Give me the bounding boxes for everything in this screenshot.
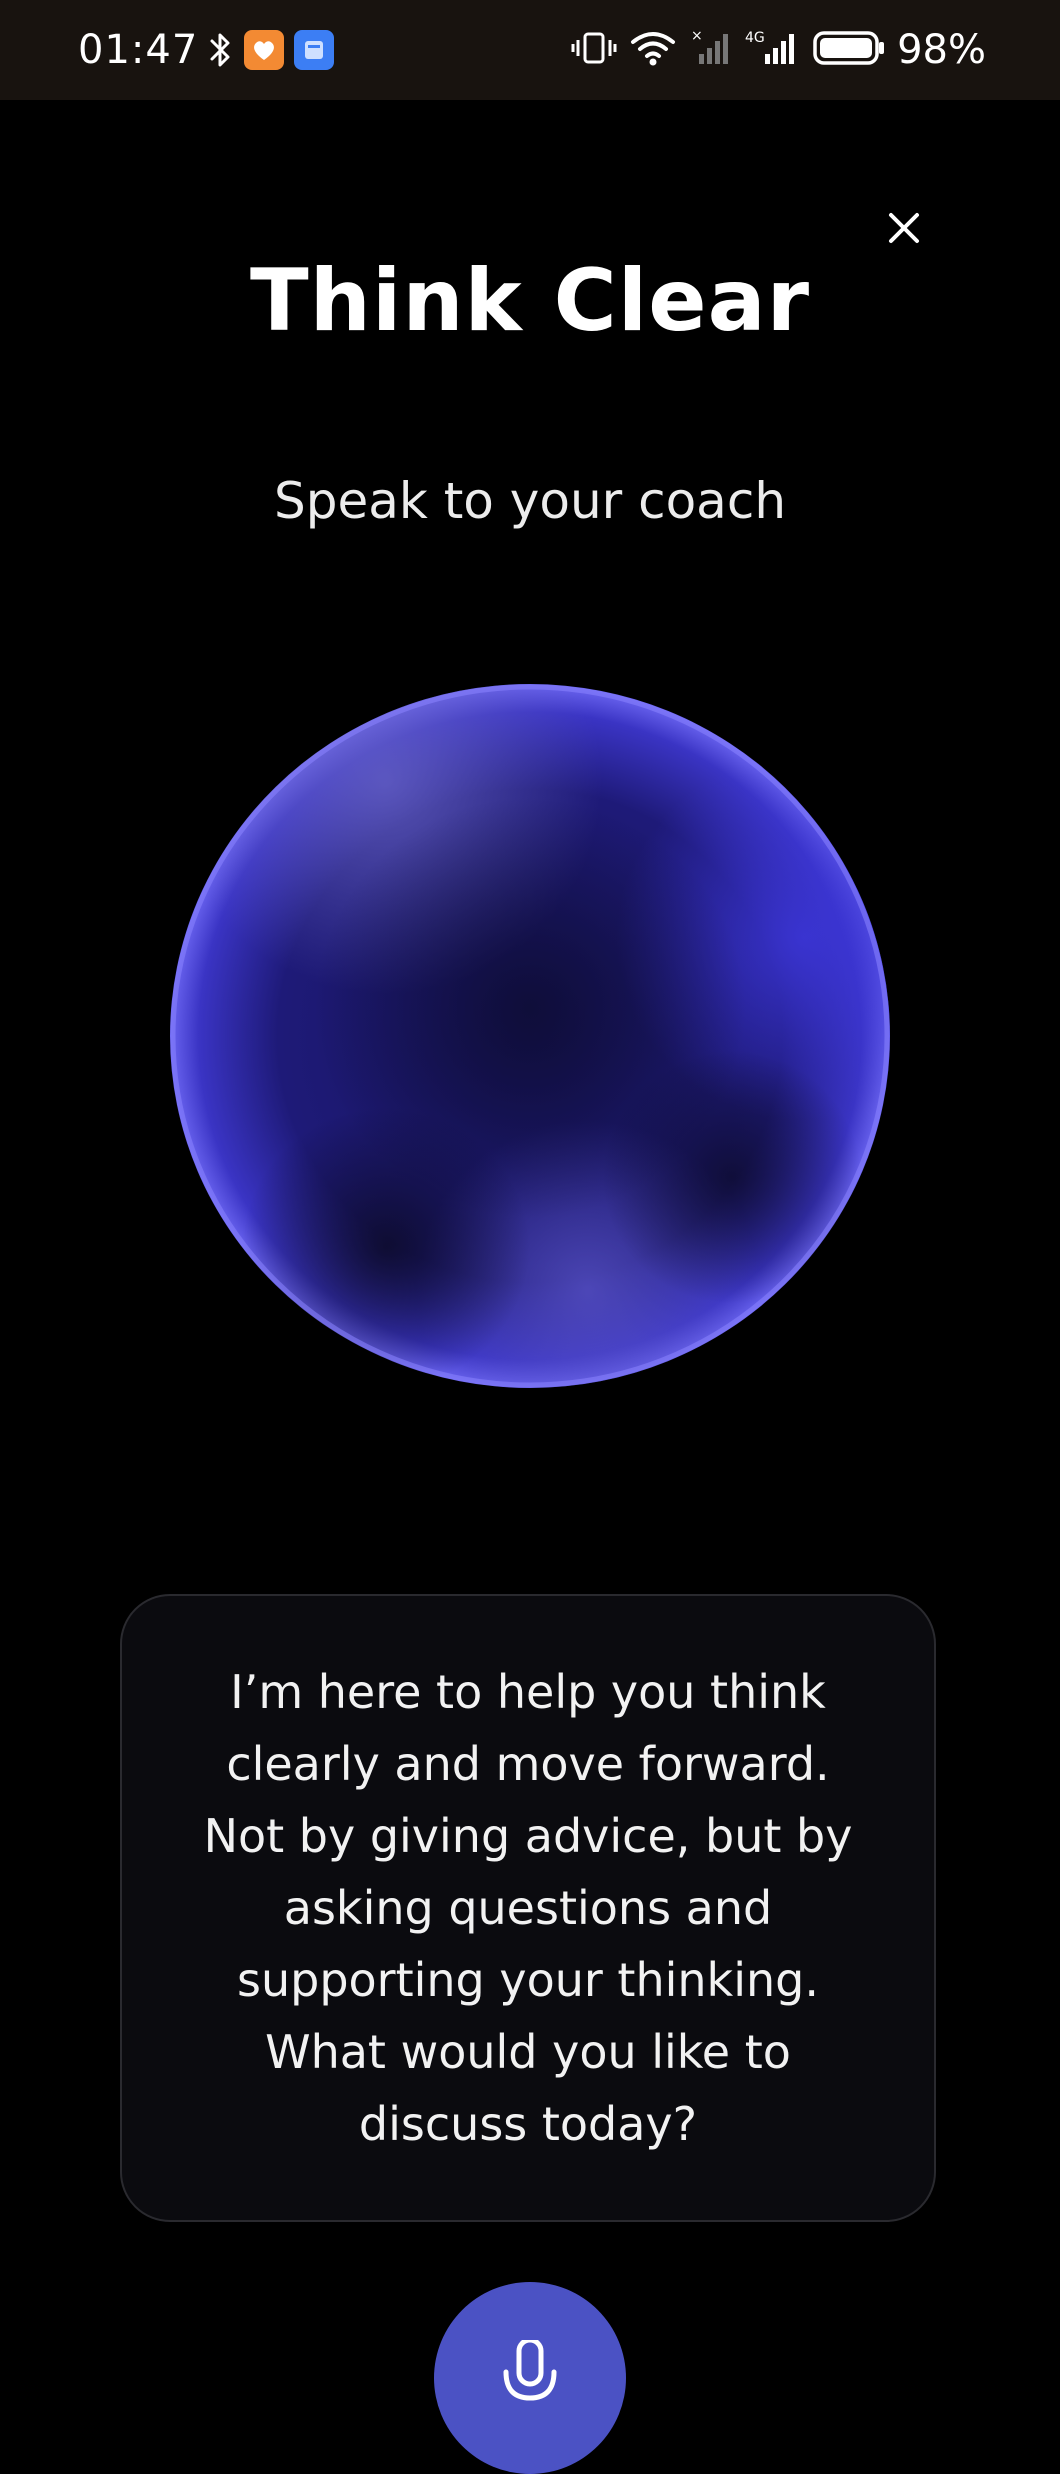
svg-text:×: ×	[691, 28, 703, 44]
microphone-icon	[503, 2340, 557, 2401]
voice-orb	[170, 684, 890, 1388]
wifi-icon	[629, 28, 677, 72]
coach-message-card: I’m here to help you think clearly and m…	[120, 1594, 936, 2222]
orb-graphic	[170, 684, 890, 1388]
page-title: Think Clear	[249, 251, 811, 351]
close-icon	[889, 213, 919, 243]
status-left: 01:47	[78, 0, 335, 100]
app-blue-icon	[294, 30, 335, 70]
signal-4g-icon: 4G	[745, 28, 801, 72]
app-orange-icon	[244, 30, 285, 70]
battery-percentage: 98%	[897, 27, 986, 73]
network-label: 4G	[745, 30, 765, 46]
status-bar: 01:47 × 4G 98%	[0, 0, 1060, 100]
status-right: × 4G 98%	[571, 0, 986, 100]
signal-icon: ×	[689, 28, 733, 72]
bluetooth-icon	[208, 30, 234, 70]
microphone-button[interactable]	[434, 2282, 626, 2474]
coach-message: I’m here to help you think clearly and m…	[203, 1665, 853, 2151]
subtitle: Speak to your coach	[273, 472, 787, 530]
battery-icon	[813, 28, 885, 72]
vibrate-icon	[571, 28, 617, 72]
status-time: 01:47	[78, 27, 199, 73]
